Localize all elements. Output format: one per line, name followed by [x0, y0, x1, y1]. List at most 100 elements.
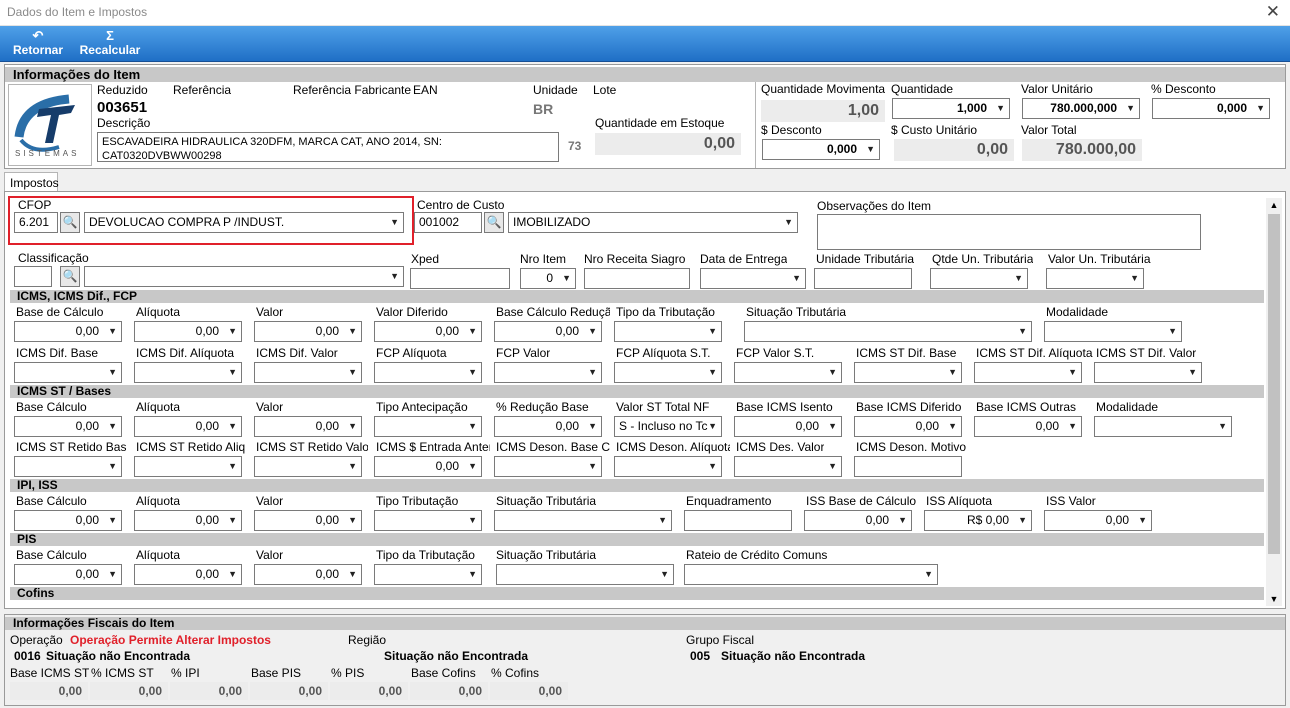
chevron-down-icon[interactable]: ▼	[1068, 417, 1077, 436]
iss-base-stepper[interactable]: 0,00 ▼	[804, 510, 912, 531]
obs-textarea[interactable]	[817, 214, 1201, 250]
chevron-down-icon[interactable]: ▼	[588, 457, 597, 476]
icms-aliq-stepper[interactable]: 0,00 ▼	[134, 321, 242, 342]
class-code-field[interactable]	[14, 266, 52, 287]
fcp-valor-field[interactable]: ▼	[494, 362, 602, 383]
pis-sit-select[interactable]: ▼	[496, 564, 674, 585]
iss-valor-stepper[interactable]: 0,00 ▼	[1044, 510, 1152, 531]
icms-dvalor-field[interactable]: ▼	[254, 362, 362, 383]
chevron-down-icon[interactable]: ▼	[108, 565, 117, 584]
st-bisento-stepper[interactable]: 0,00 ▼	[734, 416, 842, 437]
scrollbar[interactable]: ▲ ▼	[1266, 198, 1282, 606]
chevron-down-icon[interactable]: ▼	[1138, 511, 1147, 530]
desc-pct-stepper[interactable]: 0,000 ▼	[1152, 98, 1270, 119]
st-aliq-stepper[interactable]: 0,00 ▼	[134, 416, 242, 437]
chevron-down-icon[interactable]: ▼	[588, 322, 597, 341]
chevron-down-icon[interactable]: ▼	[348, 565, 357, 584]
chevron-down-icon[interactable]: ▼	[708, 322, 717, 341]
chevron-down-icon[interactable]: ▼	[1018, 322, 1027, 341]
chevron-down-icon[interactable]: ▼	[708, 457, 717, 476]
chevron-down-icon[interactable]: ▼	[658, 511, 667, 530]
chevron-down-icon[interactable]: ▼	[708, 417, 717, 436]
chevron-down-icon[interactable]: ▼	[562, 269, 571, 288]
icms-daliq-field[interactable]: ▼	[134, 362, 242, 383]
st-mod-select[interactable]: ▼	[1094, 416, 1232, 437]
chevron-down-icon[interactable]: ▼	[228, 565, 237, 584]
scroll-up-icon[interactable]: ▲	[1266, 198, 1282, 212]
descricao-field[interactable]: ESCAVADEIRA HIDRAULICA 320DFM, MARCA CAT…	[97, 132, 559, 162]
chevron-down-icon[interactable]: ▼	[228, 322, 237, 341]
st-retaliq-field[interactable]: ▼	[134, 456, 242, 477]
chevron-down-icon[interactable]: ▼	[468, 363, 477, 382]
chevron-down-icon[interactable]: ▼	[996, 99, 1005, 118]
nro-item-stepper[interactable]: 0 ▼	[520, 268, 576, 289]
chevron-down-icon[interactable]: ▼	[468, 322, 477, 341]
pis-tipo-select[interactable]: ▼	[374, 564, 482, 585]
chevron-down-icon[interactable]: ▼	[1256, 99, 1265, 118]
icms-dbase-field[interactable]: ▼	[14, 362, 122, 383]
st-base-stepper[interactable]: 0,00 ▼	[14, 416, 122, 437]
st-pred-stepper[interactable]: 0,00 ▼	[494, 416, 602, 437]
chevron-down-icon[interactable]: ▼	[228, 363, 237, 382]
icms-sit-select[interactable]: ▼	[744, 321, 1032, 342]
search-icon[interactable]: 🔍	[484, 212, 504, 233]
search-icon[interactable]: 🔍	[60, 212, 80, 233]
close-icon[interactable]: ✕	[1266, 2, 1280, 22]
fcp-aliq-field[interactable]: ▼	[374, 362, 482, 383]
ipi-enq-field[interactable]	[684, 510, 792, 531]
recalcular-button[interactable]: Σ Recalcular	[78, 29, 142, 58]
fcpst-aliq-field[interactable]: ▼	[614, 362, 722, 383]
icms-base-stepper[interactable]: 0,00 ▼	[14, 321, 122, 342]
icms-vdif-stepper[interactable]: 0,00 ▼	[374, 321, 482, 342]
st-dif-base-field[interactable]: ▼	[854, 362, 962, 383]
chevron-down-icon[interactable]: ▼	[468, 417, 477, 436]
st-desvalor-field[interactable]: ▼	[734, 456, 842, 477]
tab-impostos[interactable]: Impostos	[4, 172, 59, 192]
vu-stepper[interactable]: 780.000,000 ▼	[1022, 98, 1140, 119]
chevron-down-icon[interactable]: ▼	[866, 140, 875, 159]
icms-mod-select[interactable]: ▼	[1044, 321, 1182, 342]
chevron-down-icon[interactable]: ▼	[108, 457, 117, 476]
ipi-tipo-select[interactable]: ▼	[374, 510, 482, 531]
chevron-down-icon[interactable]: ▼	[1068, 363, 1077, 382]
chevron-down-icon[interactable]: ▼	[468, 565, 477, 584]
chevron-down-icon[interactable]: ▼	[108, 363, 117, 382]
cfop-code-field[interactable]: 6.201	[14, 212, 58, 233]
class-select[interactable]: ▼	[84, 266, 404, 287]
chevron-down-icon[interactable]: ▼	[468, 457, 477, 476]
st-entant-stepper[interactable]: 0,00 ▼	[374, 456, 482, 477]
chevron-down-icon[interactable]: ▼	[228, 457, 237, 476]
pis-rateio-select[interactable]: ▼	[684, 564, 938, 585]
chevron-down-icon[interactable]: ▼	[390, 213, 399, 232]
chevron-down-icon[interactable]: ▼	[948, 363, 957, 382]
chevron-down-icon[interactable]: ▼	[348, 363, 357, 382]
xped-field[interactable]	[410, 268, 510, 289]
retornar-button[interactable]: ↶ Retornar	[10, 29, 66, 58]
ipi-aliq-stepper[interactable]: 0,00 ▼	[134, 510, 242, 531]
chevron-down-icon[interactable]: ▼	[828, 363, 837, 382]
chevron-down-icon[interactable]: ▼	[588, 363, 597, 382]
st-desonmot-field[interactable]	[854, 456, 962, 477]
chevron-down-icon[interactable]: ▼	[348, 457, 357, 476]
st-retvalor-field[interactable]: ▼	[254, 456, 362, 477]
chevron-down-icon[interactable]: ▼	[348, 417, 357, 436]
ipi-sit-select[interactable]: ▼	[494, 510, 672, 531]
chevron-down-icon[interactable]: ▼	[390, 267, 399, 286]
chevron-down-icon[interactable]: ▼	[348, 511, 357, 530]
chevron-down-icon[interactable]: ▼	[1018, 511, 1027, 530]
chevron-down-icon[interactable]: ▼	[828, 457, 837, 476]
chevron-down-icon[interactable]: ▼	[228, 511, 237, 530]
chevron-down-icon[interactable]: ▼	[924, 565, 933, 584]
nro-rec-field[interactable]	[584, 268, 690, 289]
chevron-down-icon[interactable]: ▼	[660, 565, 669, 584]
chevron-down-icon[interactable]: ▼	[228, 417, 237, 436]
st-desonbase-field[interactable]: ▼	[494, 456, 602, 477]
chevron-down-icon[interactable]: ▼	[1188, 363, 1197, 382]
pis-aliq-stepper[interactable]: 0,00 ▼	[134, 564, 242, 585]
scroll-thumb[interactable]	[1268, 214, 1280, 554]
iss-aliq-stepper[interactable]: R$ 0,00 ▼	[924, 510, 1032, 531]
st-valor-stepper[interactable]: 0,00 ▼	[254, 416, 362, 437]
qtd-stepper[interactable]: 1,000 ▼	[892, 98, 1010, 119]
chevron-down-icon[interactable]: ▼	[948, 417, 957, 436]
chevron-down-icon[interactable]: ▼	[828, 417, 837, 436]
